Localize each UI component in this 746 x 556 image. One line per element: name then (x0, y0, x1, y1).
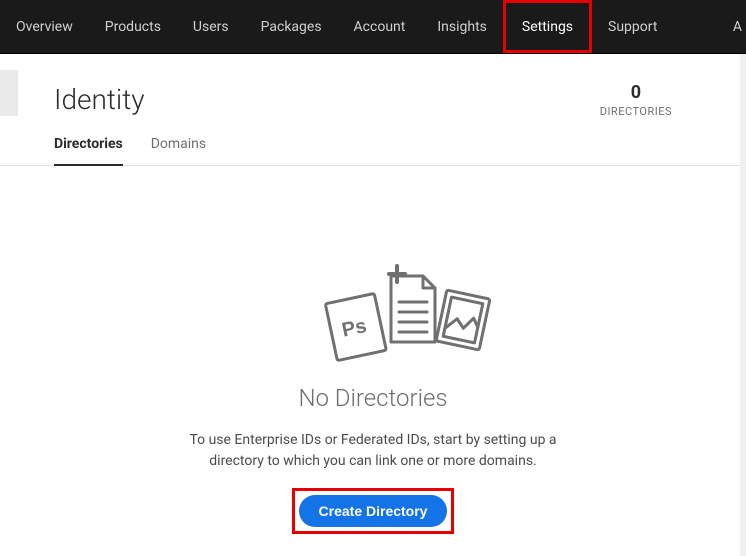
nav-account[interactable]: Account (338, 0, 422, 53)
scrollbar-track[interactable] (740, 54, 746, 556)
top-nav: Overview Products Users Packages Account… (0, 0, 746, 54)
empty-state: Ps (0, 256, 746, 534)
directories-stat: 0 DIRECTORIES (600, 82, 692, 118)
nav-overview[interactable]: Overview (0, 0, 89, 53)
content: Identity 0 DIRECTORIES Directories Domai… (0, 54, 746, 534)
side-indicator (0, 70, 18, 116)
nav-settings[interactable]: Settings (503, 0, 592, 53)
empty-illustration-icon: Ps (313, 256, 493, 366)
header-row: Identity 0 DIRECTORIES (0, 54, 746, 118)
tab-domains[interactable]: Domains (151, 136, 206, 165)
nav-packages[interactable]: Packages (245, 0, 338, 53)
empty-title: No Directories (298, 384, 447, 412)
nav-truncated[interactable]: A (717, 0, 746, 53)
nav-support[interactable]: Support (592, 0, 673, 53)
svg-text:Ps: Ps (340, 315, 369, 342)
nav-users[interactable]: Users (177, 0, 245, 53)
stat-count: 0 (600, 82, 672, 103)
empty-description: To use Enterprise IDs or Federated IDs, … (163, 430, 583, 472)
cta-highlight: Create Directory (292, 488, 455, 534)
nav-products[interactable]: Products (89, 0, 177, 53)
subtabs: Directories Domains (0, 118, 746, 166)
tab-directories[interactable]: Directories (54, 136, 123, 166)
create-directory-button[interactable]: Create Directory (299, 495, 448, 527)
stat-label: DIRECTORIES (600, 105, 672, 118)
page-title: Identity (54, 83, 145, 116)
nav-insights[interactable]: Insights (421, 0, 503, 53)
